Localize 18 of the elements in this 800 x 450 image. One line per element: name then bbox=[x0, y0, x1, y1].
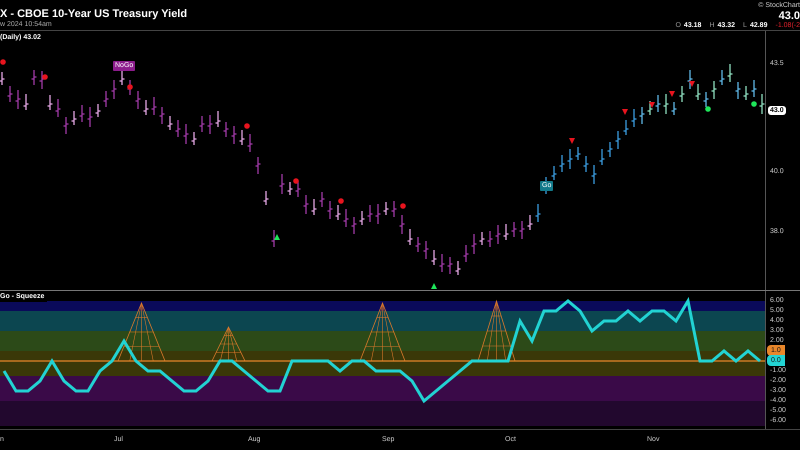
dot-marker-icon bbox=[338, 198, 344, 204]
last-price: 43.0 bbox=[778, 10, 800, 22]
dot-marker-icon bbox=[400, 203, 406, 209]
dot-marker-icon bbox=[0, 59, 6, 65]
dot-marker-icon bbox=[293, 178, 299, 184]
triangle-down-icon bbox=[622, 109, 628, 115]
dot-marker-icon bbox=[705, 106, 711, 112]
triangle-down-icon bbox=[649, 102, 655, 108]
dot-marker-icon bbox=[751, 101, 757, 107]
dot-marker-icon bbox=[42, 74, 48, 80]
triangle-up-icon bbox=[274, 234, 280, 240]
triangle-up-icon bbox=[431, 283, 437, 289]
triangle-down-icon bbox=[689, 81, 695, 87]
dot-marker-icon bbox=[244, 123, 250, 129]
chart-title: X - CBOE 10-Year US Treasury Yield bbox=[0, 8, 188, 20]
triangle-down-icon bbox=[569, 138, 575, 144]
triangle-down-icon bbox=[669, 91, 675, 97]
dot-marker-icon bbox=[127, 84, 133, 90]
